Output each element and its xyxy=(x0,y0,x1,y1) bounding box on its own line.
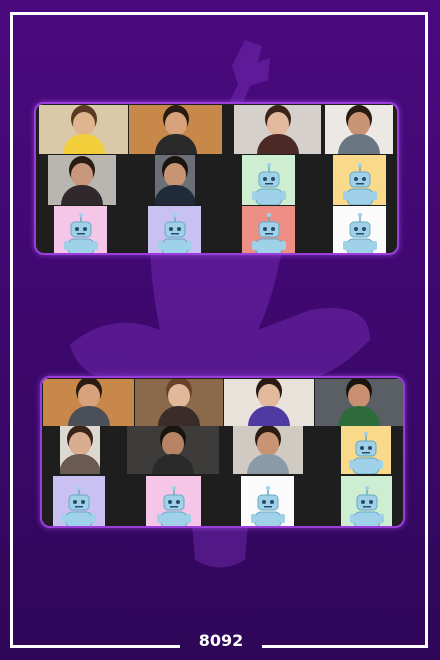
participant-video-tile[interactable] xyxy=(224,379,314,426)
participant-figure xyxy=(155,163,195,205)
participant-figure xyxy=(152,432,194,474)
participant-avatar-tile[interactable] xyxy=(242,155,295,205)
participant-video-tile[interactable] xyxy=(233,426,303,474)
participant-figure xyxy=(256,112,299,154)
robot-avatar-icon xyxy=(342,163,377,205)
participant-head xyxy=(266,112,289,136)
participant-video-tile[interactable] xyxy=(39,105,128,154)
participant-body xyxy=(247,454,289,474)
participant-avatar-tile[interactable] xyxy=(333,206,386,253)
participant-head xyxy=(348,112,370,136)
participant-head xyxy=(72,112,95,136)
participant-video-tile[interactable] xyxy=(135,379,223,426)
participant-body xyxy=(338,134,380,154)
participant-head xyxy=(257,432,279,456)
participant-body xyxy=(338,406,380,426)
robot-avatar-icon xyxy=(349,432,383,474)
robot-avatar-icon xyxy=(63,213,98,253)
participant-body xyxy=(155,185,195,205)
participant-figure xyxy=(61,163,103,205)
robot-avatar-icon xyxy=(342,213,377,253)
participant-video-tile[interactable] xyxy=(48,155,116,205)
participant-body xyxy=(61,185,103,205)
participant-video-tile[interactable] xyxy=(60,426,100,474)
participant-body xyxy=(154,134,197,154)
participant-body xyxy=(60,454,100,474)
participant-video-tile[interactable] xyxy=(155,155,195,205)
footer-number: 8092 xyxy=(198,631,244,650)
participant-avatar-tile[interactable] xyxy=(241,476,294,526)
participant-avatar-tile[interactable] xyxy=(242,206,295,253)
participant-video-tile[interactable] xyxy=(43,379,134,426)
participant-avatar-tile[interactable] xyxy=(148,206,201,253)
participant-head xyxy=(164,112,187,136)
participant-figure xyxy=(62,112,105,154)
robot-avatar-icon xyxy=(251,163,286,205)
robot-avatar-icon xyxy=(250,486,285,526)
participant-video-tile[interactable] xyxy=(234,105,321,154)
robot-avatar-icon xyxy=(62,486,96,526)
robot-avatar-icon xyxy=(157,213,192,253)
participant-head xyxy=(168,384,190,408)
participant-head xyxy=(162,432,184,456)
participant-head xyxy=(164,163,186,187)
participant-video-tile[interactable] xyxy=(129,105,222,154)
participant-head xyxy=(348,384,370,408)
participant-head xyxy=(77,384,100,408)
robot-avatar-icon xyxy=(251,213,286,253)
participant-avatar-tile[interactable] xyxy=(54,206,107,253)
bottom-video-grid xyxy=(40,376,405,528)
participant-video-tile[interactable] xyxy=(315,379,403,426)
participant-figure xyxy=(247,432,289,474)
robot-avatar-icon xyxy=(156,486,191,526)
participant-head xyxy=(71,163,93,187)
robot-avatar-icon xyxy=(349,486,384,526)
participant-head xyxy=(258,384,280,408)
participant-avatar-tile[interactable] xyxy=(333,155,386,205)
participant-avatar-tile[interactable] xyxy=(146,476,201,526)
participant-figure xyxy=(338,384,380,426)
participant-figure xyxy=(338,112,380,154)
participant-body xyxy=(248,406,290,426)
participant-avatar-tile[interactable] xyxy=(341,426,391,474)
participant-avatar-tile[interactable] xyxy=(341,476,392,526)
participant-figure xyxy=(60,432,100,474)
participant-body xyxy=(67,406,110,426)
participant-video-tile[interactable] xyxy=(127,426,219,474)
participant-body xyxy=(152,454,194,474)
top-video-grid xyxy=(34,102,399,255)
participant-figure xyxy=(158,384,200,426)
participant-body xyxy=(158,406,200,426)
participant-figure xyxy=(248,384,290,426)
participant-body xyxy=(256,134,299,154)
participant-avatar-tile[interactable] xyxy=(53,476,105,526)
participant-video-tile[interactable] xyxy=(325,105,393,154)
participant-body xyxy=(62,134,105,154)
participant-head xyxy=(69,432,91,456)
participant-figure xyxy=(154,112,197,154)
participant-figure xyxy=(67,384,110,426)
